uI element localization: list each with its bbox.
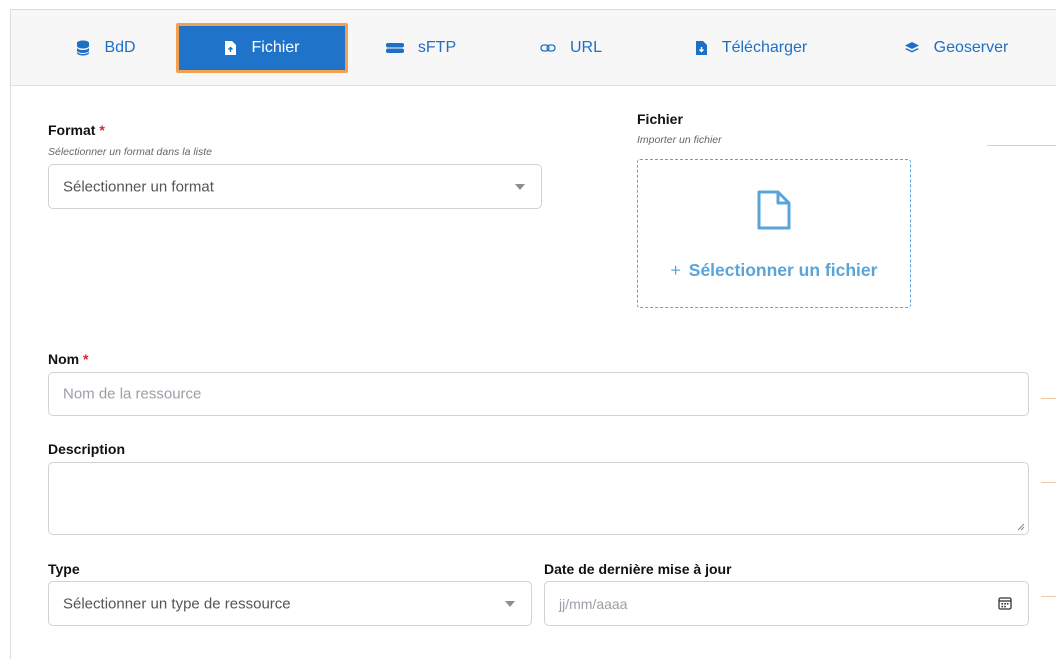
date-label: Date de dernière mise à jour [544, 561, 732, 577]
tab-label: sFTP [417, 39, 457, 56]
database-icon [76, 40, 90, 56]
tab-fichier[interactable]: Fichier [176, 23, 348, 73]
name-input-placeholder: Nom de la ressource [63, 385, 202, 403]
file-label: Fichier [637, 111, 683, 127]
description-label: Description [48, 441, 126, 457]
chevron-down-icon [515, 183, 525, 190]
tab-bdd[interactable]: BdD [61, 26, 151, 70]
layers-icon [904, 41, 920, 55]
tab-label: Télécharger [721, 39, 808, 56]
resource-form-panel: BdD Fichier sFTP URL Télécharger Geoserv… [10, 9, 1056, 659]
divider [1041, 596, 1056, 597]
source-tabs: BdD Fichier sFTP URL Télécharger Geoserv… [11, 10, 1056, 86]
type-select[interactable]: Sélectionner un type de ressource [48, 581, 532, 626]
divider [1041, 398, 1056, 399]
file-icon [756, 189, 792, 236]
file-hint: Importer un fichier [637, 134, 722, 146]
server-icon [385, 42, 404, 54]
tab-telecharger[interactable]: Télécharger [676, 26, 826, 70]
file-dropzone[interactable]: + Sélectionner un fichier [637, 159, 911, 308]
format-hint: Sélectionner un format dans la liste [48, 146, 213, 158]
file-upload-icon [224, 40, 237, 56]
type-label: Type [48, 561, 80, 577]
type-select-value: Sélectionner un type de ressource [63, 595, 291, 612]
tab-label: URL [569, 39, 602, 56]
divider [987, 145, 1056, 146]
tab-label: Fichier [251, 39, 300, 56]
tab-label: Geoserver [933, 39, 1009, 56]
description-textarea[interactable] [48, 462, 1029, 535]
resize-handle-icon[interactable] [1017, 523, 1025, 531]
format-label: Format * [48, 122, 105, 138]
format-select[interactable]: Sélectionner un format [48, 164, 542, 209]
chevron-down-icon [505, 600, 515, 607]
date-input-placeholder: jj/mm/aaaa [559, 595, 628, 612]
calendar-icon[interactable] [998, 596, 1012, 615]
name-input[interactable]: Nom de la ressource [48, 372, 1029, 416]
tab-label: BdD [104, 39, 136, 56]
date-input[interactable]: jj/mm/aaaa [544, 581, 1029, 626]
link-icon [540, 43, 556, 53]
tab-sftp[interactable]: sFTP [376, 26, 466, 70]
divider [1041, 482, 1056, 483]
name-label: Nom * [48, 351, 89, 367]
select-file-button[interactable]: + Sélectionner un fichier [638, 260, 910, 281]
format-select-value: Sélectionner un format [63, 178, 214, 195]
tab-geoserver[interactable]: Geoserver [891, 26, 1021, 70]
tab-url[interactable]: URL [531, 26, 611, 70]
file-download-icon [695, 40, 708, 56]
